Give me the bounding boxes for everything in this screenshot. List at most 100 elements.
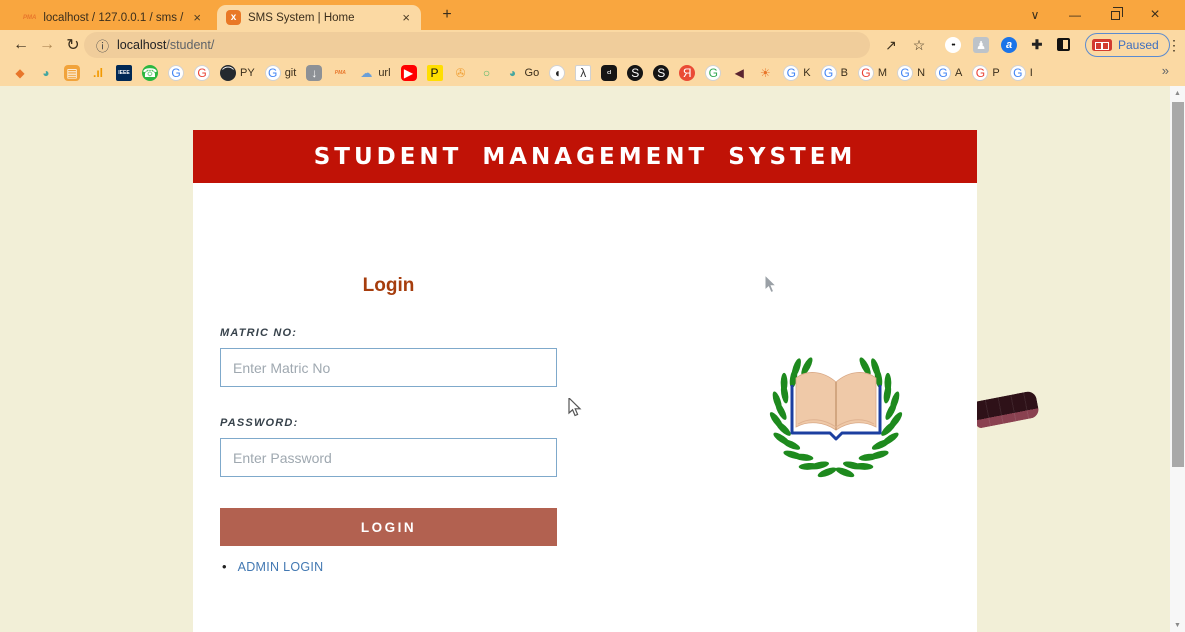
matric-no-label: MATRIC NO: — [220, 327, 557, 339]
url-domain: localhost — [117, 38, 166, 52]
google-icon: G — [897, 65, 913, 81]
google-icon[interactable]: GB — [819, 63, 850, 83]
page-scrollbar[interactable]: ▲ ▼ — [1170, 86, 1185, 632]
google-icon: G — [194, 65, 210, 81]
s-circle-icon[interactable]: S — [625, 63, 645, 83]
bookmark-star-icon[interactable]: ☆ — [906, 30, 932, 60]
url-path: /student/ — [166, 38, 214, 52]
minimize-button[interactable]: — — [1055, 0, 1095, 30]
bookmark-label: M — [878, 67, 887, 79]
adblock-extension-icon[interactable]: a — [1001, 37, 1017, 53]
scroll-down-icon[interactable]: ▼ — [1170, 618, 1185, 632]
bookmark-label: A — [955, 67, 962, 79]
camera-icon: ▤ — [64, 65, 80, 81]
bird-icon[interactable]: ◖ — [547, 63, 567, 83]
ring-icon[interactable]: ○ — [477, 63, 497, 83]
admin-login-link[interactable]: ADMIN LOGIN — [238, 560, 324, 574]
google-icon[interactable]: GA — [933, 63, 964, 83]
cloud-icon: ☁ — [358, 65, 374, 81]
download-tool-icon[interactable]: ↓ — [304, 63, 324, 83]
dark-bird-icon[interactable]: ◀ — [729, 63, 749, 83]
google-icon: G — [705, 65, 721, 81]
forward-icon[interactable]: → — [34, 30, 60, 60]
ya-icon[interactable]: Я — [677, 63, 697, 83]
address-bar[interactable]: ⓘ localhost/student/ — [84, 32, 870, 58]
phpmyadmin-icon: PMA — [332, 65, 348, 81]
google-icon[interactable]: Ggit — [263, 63, 299, 83]
swirl-icon[interactable]: ◕Go — [503, 63, 542, 83]
browser-menu-icon[interactable]: ⋮ — [1163, 30, 1185, 60]
google-icon[interactable]: G — [166, 63, 186, 83]
share-icon[interactable]: ↗ — [878, 30, 904, 60]
profile-avatar-icon[interactable] — [1057, 38, 1070, 51]
google-icon[interactable]: GN — [895, 63, 927, 83]
tab-search-chevron-icon[interactable]: ∨ — [1015, 0, 1055, 30]
swirl-icon: ◕ — [505, 65, 521, 81]
paused-label: Paused — [1118, 38, 1159, 52]
eye-icon[interactable]: ☀ — [755, 63, 775, 83]
google-icon[interactable]: GM — [856, 63, 889, 83]
google-icon: G — [935, 65, 951, 81]
google-icon[interactable]: GP — [970, 63, 1001, 83]
page-viewport: STUDENT MANAGEMENT SYSTEM Login MATRIC N… — [0, 86, 1170, 632]
tab-phpmyadmin[interactable]: PMA localhost / 127.0.0.1 / sms / adm × — [14, 5, 212, 30]
admin-login-row: • ADMIN LOGIN — [220, 559, 557, 574]
github-icon[interactable]: ⌒PY — [218, 63, 257, 83]
new-tab-button[interactable]: + — [436, 4, 458, 26]
clapper-icon[interactable]: ✇ — [451, 63, 471, 83]
idm-badge-icon — [1092, 39, 1112, 51]
back-icon[interactable]: ← — [8, 30, 34, 60]
swirl-icon[interactable]: ◕ — [36, 63, 56, 83]
analytics-icon: .ıl — [90, 65, 106, 81]
bookmark-label: I — [1030, 67, 1033, 79]
google-icon: G — [168, 65, 184, 81]
scroll-up-icon[interactable]: ▲ — [1170, 86, 1185, 100]
scrollbar-thumb[interactable] — [1172, 102, 1184, 467]
password-input[interactable] — [220, 438, 557, 477]
ieee-icon[interactable]: IEEE — [114, 63, 134, 83]
google-icon[interactable]: G — [192, 63, 212, 83]
bookmark-label: N — [917, 67, 925, 79]
download-paused-button[interactable]: Paused — [1085, 33, 1170, 57]
matric-no-input[interactable] — [220, 348, 557, 387]
arrow-diamond-icon[interactable]: ◆ — [10, 63, 30, 83]
eye-icon: ☀ — [757, 65, 773, 81]
youtube-icon[interactable]: ▶ — [399, 63, 419, 83]
close-button[interactable]: × — [1135, 0, 1175, 30]
google-icon[interactable]: GI — [1008, 63, 1035, 83]
google-icon[interactable]: GK — [781, 63, 812, 83]
bookmark-label: url — [378, 67, 390, 79]
ya-icon: Я — [679, 65, 695, 81]
window-controls: ∨ — × — [1015, 0, 1175, 30]
google-icon: G — [265, 65, 281, 81]
login-button[interactable]: LOGIN — [220, 508, 557, 546]
p-icon[interactable]: P — [425, 63, 445, 83]
whatsapp-icon[interactable]: ☎ — [140, 63, 160, 83]
ieee-icon: IEEE — [116, 65, 132, 81]
google-icon: G — [821, 65, 837, 81]
restore-button[interactable] — [1095, 0, 1135, 30]
swirl-icon: ◕ — [38, 65, 54, 81]
reload-icon[interactable]: ↻ — [60, 30, 86, 60]
cloud-icon[interactable]: ☁ url — [356, 63, 392, 83]
extensions-puzzle-icon[interactable]: ✚ — [1029, 37, 1045, 53]
panda-extension-icon[interactable]: •• — [945, 37, 961, 53]
tab-sms-system[interactable]: x SMS System | Home × — [217, 5, 421, 30]
cl-icon[interactable]: cl — [599, 63, 619, 83]
google-icon[interactable]: G — [703, 63, 723, 83]
analytics-icon[interactable]: .ıl — [88, 63, 108, 83]
bookmark-label: K — [803, 67, 810, 79]
camera-icon[interactable]: ▤ — [62, 63, 82, 83]
person-icon[interactable]: λ — [573, 63, 593, 83]
tab-close-icon[interactable]: × — [191, 10, 203, 25]
avatar-extension-icon[interactable]: ♟ — [973, 37, 989, 53]
site-info-icon[interactable]: ⓘ — [96, 36, 109, 55]
s-circle-icon[interactable]: S — [651, 63, 671, 83]
tab-close-icon[interactable]: × — [400, 10, 412, 25]
p-icon: P — [427, 65, 443, 81]
bookmarks-overflow-chevron[interactable]: » — [1162, 63, 1169, 78]
restore-icon — [1111, 11, 1120, 20]
phpmyadmin-icon[interactable]: PMA — [330, 63, 350, 83]
login-form: Login MATRIC NO: PASSWORD: LOGIN • ADMIN… — [220, 183, 557, 574]
clapper-icon: ✇ — [453, 65, 469, 81]
